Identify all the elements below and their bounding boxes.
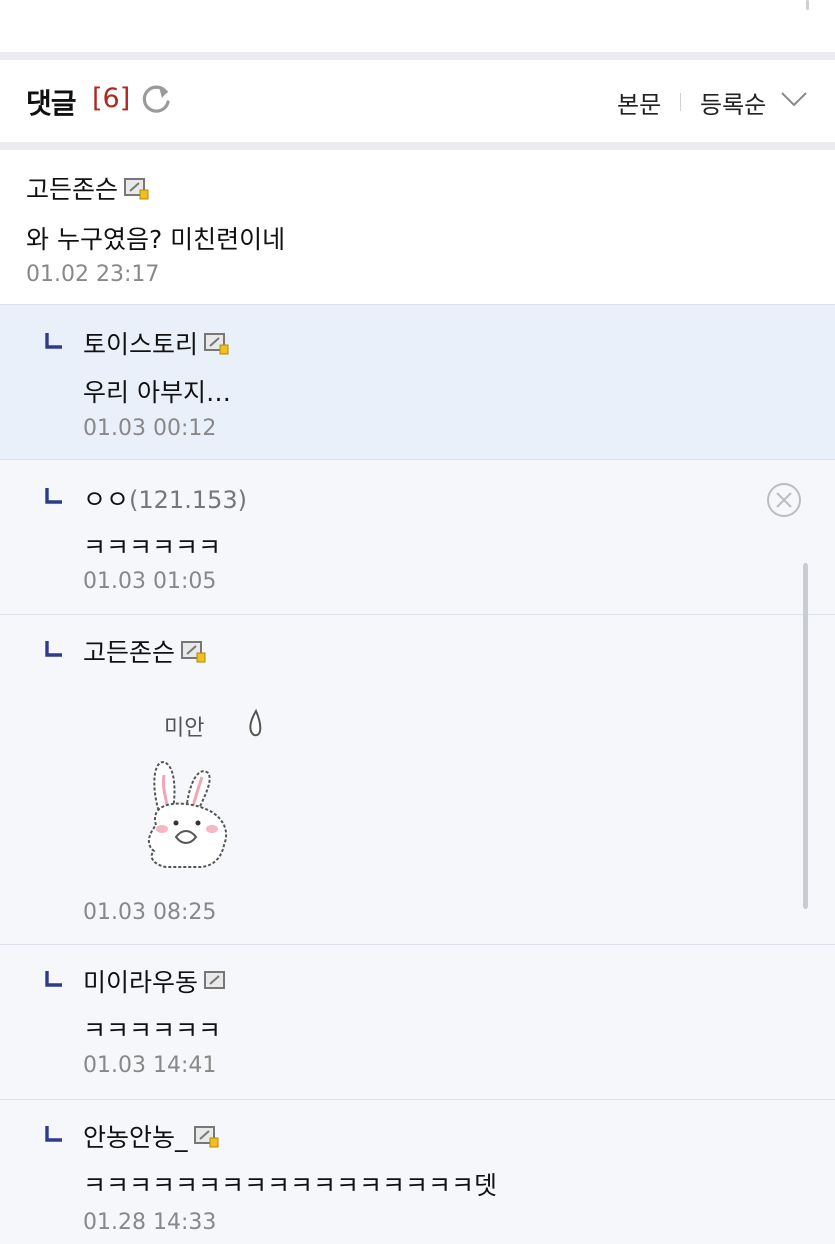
reply-item: 미이라우동 ㅋㅋㅋㅋㅋㅋ 01.03 14:41: [0, 945, 835, 1100]
comment-author[interactable]: 미이라우동: [83, 963, 230, 999]
comments-title: 댓글: [26, 87, 77, 120]
reply-arrow-icon: [45, 333, 62, 349]
author-name: 고든존슨: [83, 638, 176, 667]
memo-icon: [181, 641, 206, 663]
section-divider: [0, 142, 835, 150]
comment-text: ㅋㅋㅋㅋㅋㅋ: [83, 1016, 222, 1045]
comment-time: 01.28 14:33: [83, 1210, 217, 1235]
tab-body[interactable]: 본문: [617, 85, 661, 120]
comment-time: 01.03 14:41: [83, 1053, 217, 1078]
author-ip: (121.153): [129, 486, 247, 514]
comment-time: 01.03 01:05: [83, 569, 217, 594]
refresh-icon[interactable]: [140, 82, 172, 116]
memo-icon: [193, 1126, 219, 1148]
author-name: 안농안농_: [83, 1123, 188, 1152]
reply-item: 고든존슨 미안 01.03 08:25: [0, 615, 835, 945]
comments-header: 댓글 [6] 본문 등록순: [0, 60, 835, 142]
reply-arrow-icon: [45, 971, 62, 987]
comment-author[interactable]: 고든존슨: [26, 170, 150, 206]
comment-time: 01.02 23:17: [26, 262, 160, 287]
author-name: 토이스토리: [83, 330, 199, 359]
comment-author[interactable]: 토이스토리: [83, 325, 230, 361]
author-name: 미이라우동: [83, 968, 199, 997]
reply-item: ㅇㅇ(121.153) ㅋㅋㅋㅋㅋㅋ 01.03 01:05: [0, 460, 835, 615]
comment-author[interactable]: 안농안농_: [83, 1118, 220, 1154]
chevron-down-icon[interactable]: [780, 90, 808, 108]
comments-count: [6]: [92, 83, 131, 114]
comment-author[interactable]: 고든존슨: [83, 633, 207, 669]
comment-text: ㅋㅋㅋㅋㅋㅋㅋㅋㅋㅋㅋㅋㅋㅋㅋㅋㅋ뎃: [83, 1171, 498, 1200]
comment-item: 고든존슨 와 누구였음? 미친련이네 01.02 23:17: [0, 150, 835, 305]
comment-author[interactable]: ㅇㅇ(121.153): [83, 480, 247, 516]
tab-divider: [680, 93, 681, 111]
sticker-text: 미안: [164, 716, 204, 741]
author-name: ㅇㅇ: [83, 485, 130, 514]
previous-content-area: [0, 0, 835, 52]
memo-icon: [204, 333, 229, 355]
delete-icon[interactable]: [766, 482, 802, 518]
top-scroll-indicator: [806, 0, 809, 10]
memo-icon: [204, 971, 226, 989]
reply-arrow-icon: [45, 488, 62, 504]
sticker-image: 미안: [148, 708, 262, 868]
comment-text: 와 누구였음? 미친련이네: [26, 225, 286, 254]
comment-text: ㅋㅋㅋㅋㅋㅋ: [83, 533, 222, 562]
section-divider: [0, 52, 835, 60]
author-name: 고든존슨: [26, 175, 119, 204]
reply-arrow-icon: [45, 641, 62, 657]
comment-text: 우리 아부지…: [83, 378, 231, 407]
scrollbar[interactable]: [803, 563, 808, 909]
sort-dropdown[interactable]: 등록순: [700, 85, 766, 120]
reply-arrow-icon: [45, 1126, 62, 1142]
memo-icon: [124, 178, 149, 200]
reply-item: 토이스토리 우리 아부지… 01.03 00:12: [0, 305, 835, 460]
reply-item: 안농안농_ ㅋㅋㅋㅋㅋㅋㅋㅋㅋㅋㅋㅋㅋㅋㅋㅋㅋ뎃 01.28 14:33: [0, 1100, 835, 1244]
comment-time: 01.03 00:12: [83, 416, 217, 441]
comment-time: 01.03 08:25: [83, 900, 217, 925]
